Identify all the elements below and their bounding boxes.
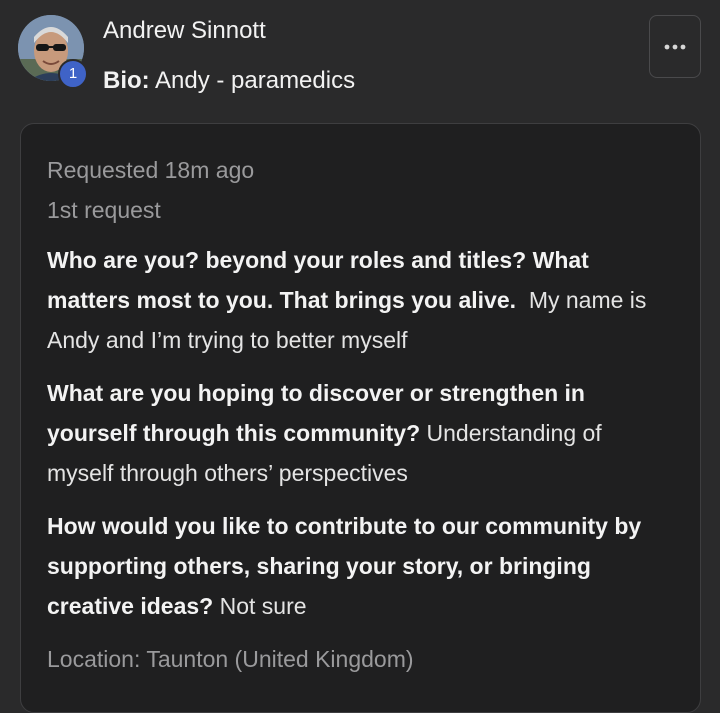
location: Location: Taunton (United Kingdom)	[47, 646, 414, 672]
question-text: How would you like to contribute to our …	[47, 513, 642, 619]
membership-request-card: Requested 18m ago 1st request Who are yo…	[20, 123, 701, 713]
user-name[interactable]: Andrew Sinnott	[103, 17, 266, 45]
bio-label: Bio:	[103, 67, 150, 94]
answer-text: Not sure	[219, 593, 307, 619]
member-request-header: 1 Andrew Sinnott Bio: Andy - paramedics	[0, 0, 720, 120]
question-text: Who are you? beyond your roles and title…	[47, 247, 589, 313]
bio: Bio: Andy - paramedics	[103, 67, 355, 95]
request-count: 1st request	[47, 197, 161, 223]
more-options-button[interactable]	[649, 15, 701, 78]
question-answer-2: What are you hoping to discover or stren…	[47, 373, 674, 493]
bio-value: Andy - paramedics	[155, 67, 356, 94]
more-horizontal-icon	[664, 44, 686, 49]
notification-badge: 1	[58, 59, 88, 89]
requested-time: Requested 18m ago	[47, 157, 255, 183]
question-answer-1: Who are you? beyond your roles and title…	[47, 240, 674, 360]
question-answer-3: How would you like to contribute to our …	[47, 506, 674, 626]
